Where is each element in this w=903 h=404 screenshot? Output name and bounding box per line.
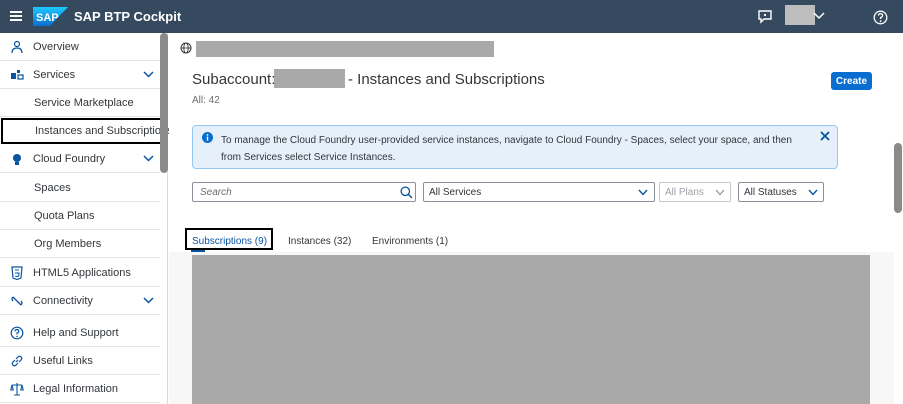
tab-label: Environments (1) [372, 236, 449, 247]
chevron-down-icon[interactable] [813, 12, 825, 20]
search-input[interactable] [200, 186, 390, 199]
status-select-value: All Statuses [744, 187, 797, 198]
tab-instances[interactable]: Instances (32) [288, 228, 358, 250]
sidebar-item-html5-applications[interactable]: HTML5 Applications [0, 259, 160, 287]
tab-environments[interactable]: Environments (1) [372, 228, 462, 250]
main-content: Subaccount: - Instances and Subscription… [169, 33, 903, 404]
chevron-down-icon[interactable] [143, 71, 154, 78]
help-circle-icon [10, 326, 24, 340]
hamburger-icon[interactable] [10, 11, 22, 21]
page-title: Subaccount: [192, 71, 276, 88]
sap-logo: SAP [33, 7, 68, 26]
status-select[interactable]: All Statuses [738, 182, 824, 202]
sidebar-item-label: Help and Support [33, 327, 119, 339]
plans-select-value: All Plans [665, 187, 704, 198]
sidebar-item-label: Quota Plans [34, 210, 95, 222]
sidebar-item-useful-links[interactable]: Useful Links [0, 347, 160, 375]
subscriptions-table-redacted [192, 255, 870, 404]
sidebar-scrollbar[interactable] [160, 33, 168, 173]
breadcrumb-redacted[interactable] [196, 41, 494, 57]
search-icon[interactable] [400, 186, 413, 199]
chevron-down-icon [638, 189, 648, 196]
sidebar-item-label: Instances and Subscriptions [35, 125, 173, 137]
sidebar-item-cloud-foundry[interactable]: Cloud Foundry [0, 145, 160, 173]
sidebar-item-label: Connectivity [33, 295, 93, 307]
cloud-foundry-icon [13, 154, 21, 165]
chevron-down-icon [715, 189, 725, 196]
user-avatar[interactable] [785, 5, 815, 25]
sidebar-item-label: HTML5 Applications [33, 267, 131, 279]
sidebar-item-help-support[interactable]: Help and Support [0, 319, 160, 347]
connectivity-icon [11, 296, 23, 306]
info-icon [202, 132, 213, 143]
services-select-value: All Services [429, 187, 482, 198]
content-scrollbar[interactable] [894, 143, 902, 213]
sidebar-item-org-members[interactable]: Org Members [0, 230, 160, 258]
shell-bar: SAP SAP BTP Cockpit [0, 0, 903, 33]
services-icon [11, 70, 24, 80]
subscriptions-table-area [169, 252, 894, 404]
html5-icon [11, 266, 23, 280]
sidebar-item-label: Org Members [34, 238, 102, 250]
link-icon [11, 355, 23, 367]
sidebar-item-label: Useful Links [33, 355, 93, 367]
plans-select[interactable]: All Plans [659, 182, 731, 202]
chevron-down-icon[interactable] [143, 155, 154, 162]
sidebar-item-label: Legal Information [33, 383, 118, 395]
sidebar-item-connectivity[interactable]: Connectivity [0, 287, 160, 315]
tab-label: Instances (32) [288, 236, 352, 247]
sidebar-item-label: Spaces [34, 182, 71, 194]
app-title: SAP BTP Cockpit [74, 9, 182, 24]
create-button[interactable]: Create [831, 72, 872, 90]
chevron-down-icon[interactable] [143, 297, 154, 304]
sidebar-item-spaces[interactable]: Spaces [0, 174, 160, 202]
tab-subscriptions[interactable]: Subscriptions (9) [185, 228, 273, 253]
subaccount-name-redacted [274, 69, 345, 88]
feedback-icon[interactable] [757, 9, 775, 25]
sap-logo-text: SAP [36, 12, 59, 24]
tab-label: Subscriptions (9) [192, 236, 268, 247]
sidebar-item-service-marketplace[interactable]: Service Marketplace [0, 89, 160, 117]
help-icon[interactable] [873, 10, 888, 25]
page-title-suffix: - Instances and Subscriptions [348, 71, 545, 88]
item-count: All: 42 [192, 95, 220, 106]
sidebar-item-legal-information[interactable]: Legal Information [0, 375, 160, 403]
info-message-text: To manage the Cloud Foundry user-provide… [221, 135, 792, 163]
search-field[interactable] [192, 182, 416, 202]
sidebar-item-label: Services [33, 69, 76, 81]
sidebar-item-label: Overview [33, 41, 79, 53]
overview-icon [11, 40, 23, 54]
services-select[interactable]: All Services [423, 182, 655, 202]
sidebar-item-label: Service Marketplace [34, 97, 134, 109]
globe-icon [180, 42, 192, 54]
legal-icon [10, 383, 24, 396]
sidebar-item-services[interactable]: Services [0, 61, 160, 89]
chevron-down-icon [808, 189, 818, 196]
side-navigation: Overview Services Service Marketplace In… [0, 33, 173, 404]
info-message-strip: To manage the Cloud Foundry user-provide… [192, 125, 838, 169]
sidebar-item-overview[interactable]: Overview [0, 33, 160, 61]
sidebar-item-instances-subscriptions[interactable]: Instances and Subscriptions [1, 118, 173, 144]
close-icon[interactable] [820, 131, 830, 141]
sidebar-item-label: Cloud Foundry [33, 153, 106, 165]
sidebar-item-quota-plans[interactable]: Quota Plans [0, 202, 160, 230]
app-root: SAP SAP BTP Cockpit Overview Services Se [0, 0, 903, 404]
